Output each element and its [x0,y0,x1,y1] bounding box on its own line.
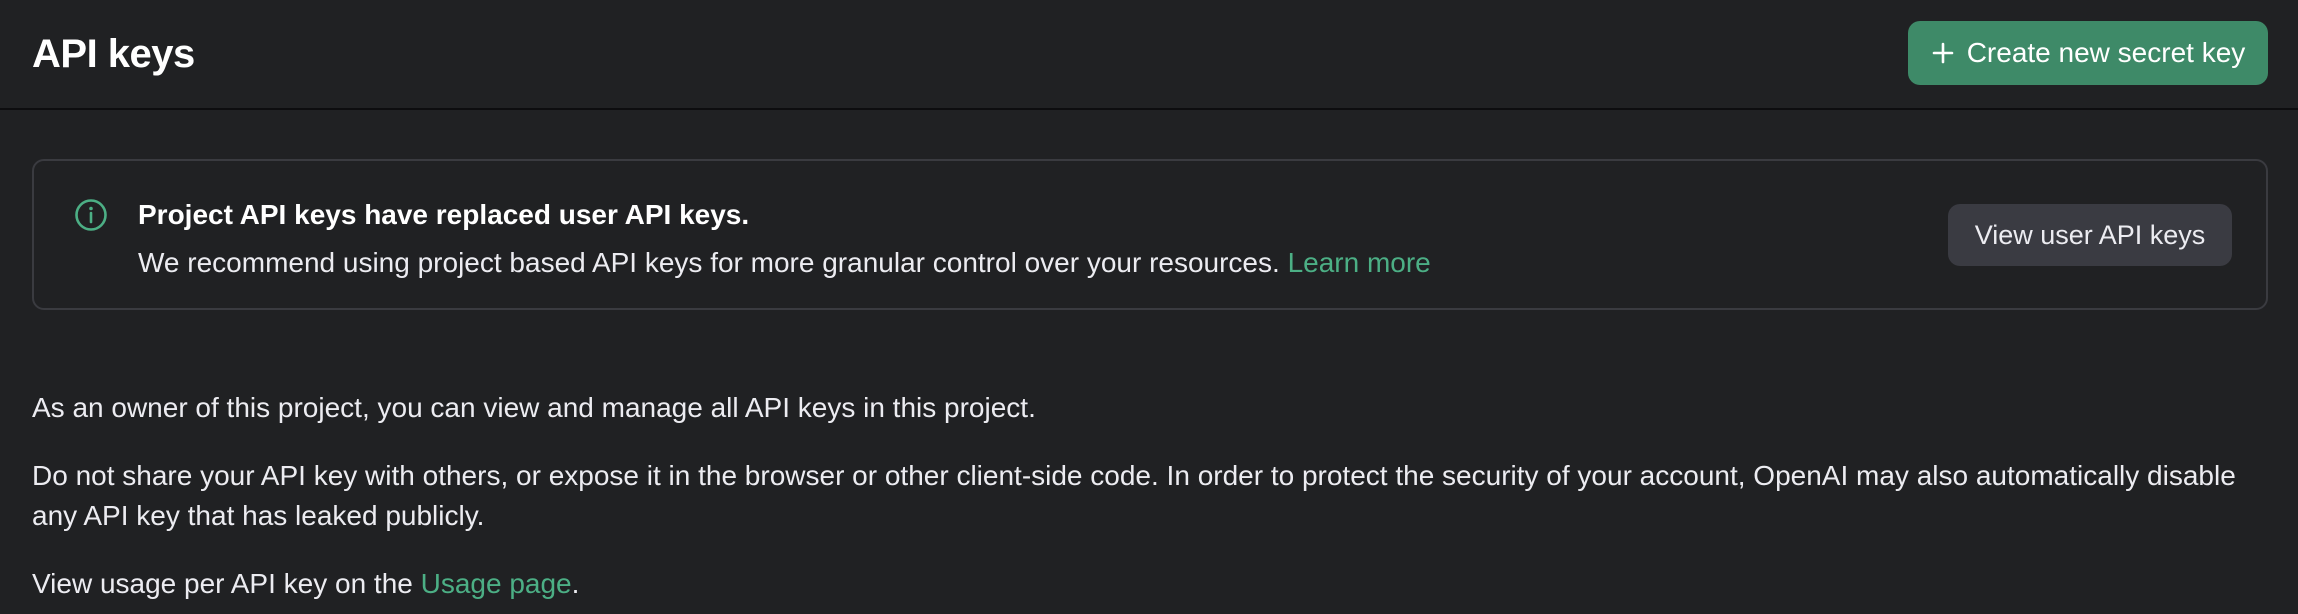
notice-body: We recommend using project based API key… [138,245,1431,281]
usage-page-link[interactable]: Usage page [421,568,572,599]
page-header: API keys Create new secret key [0,0,2298,110]
notice-title: Project API keys have replaced user API … [138,199,750,230]
view-user-api-keys-button[interactable]: View user API keys [1948,204,2232,266]
create-button-label: Create new secret key [1966,37,2246,68]
api-keys-page: API keys Create new secret key Project A… [0,0,2298,614]
usage-info-suffix: . [571,568,580,599]
project-keys-notice: Project API keys have replaced user API … [32,159,2268,310]
learn-more-link[interactable]: Learn more [1288,247,1431,278]
usage-info-text: View usage per API key on the Usage page… [32,564,2272,604]
security-warning-text: Do not share your API key with others, o… [32,460,2236,531]
plus-icon [1931,41,1955,65]
info-icon [73,197,109,233]
usage-info-prefix: View usage per API key on the [32,568,413,599]
page-title: API keys [32,32,195,76]
owner-info-text: As an owner of this project, you can vie… [32,392,1036,423]
create-new-secret-key-button[interactable]: Create new secret key [1908,21,2268,85]
notice-body-text: We recommend using project based API key… [138,247,1280,278]
